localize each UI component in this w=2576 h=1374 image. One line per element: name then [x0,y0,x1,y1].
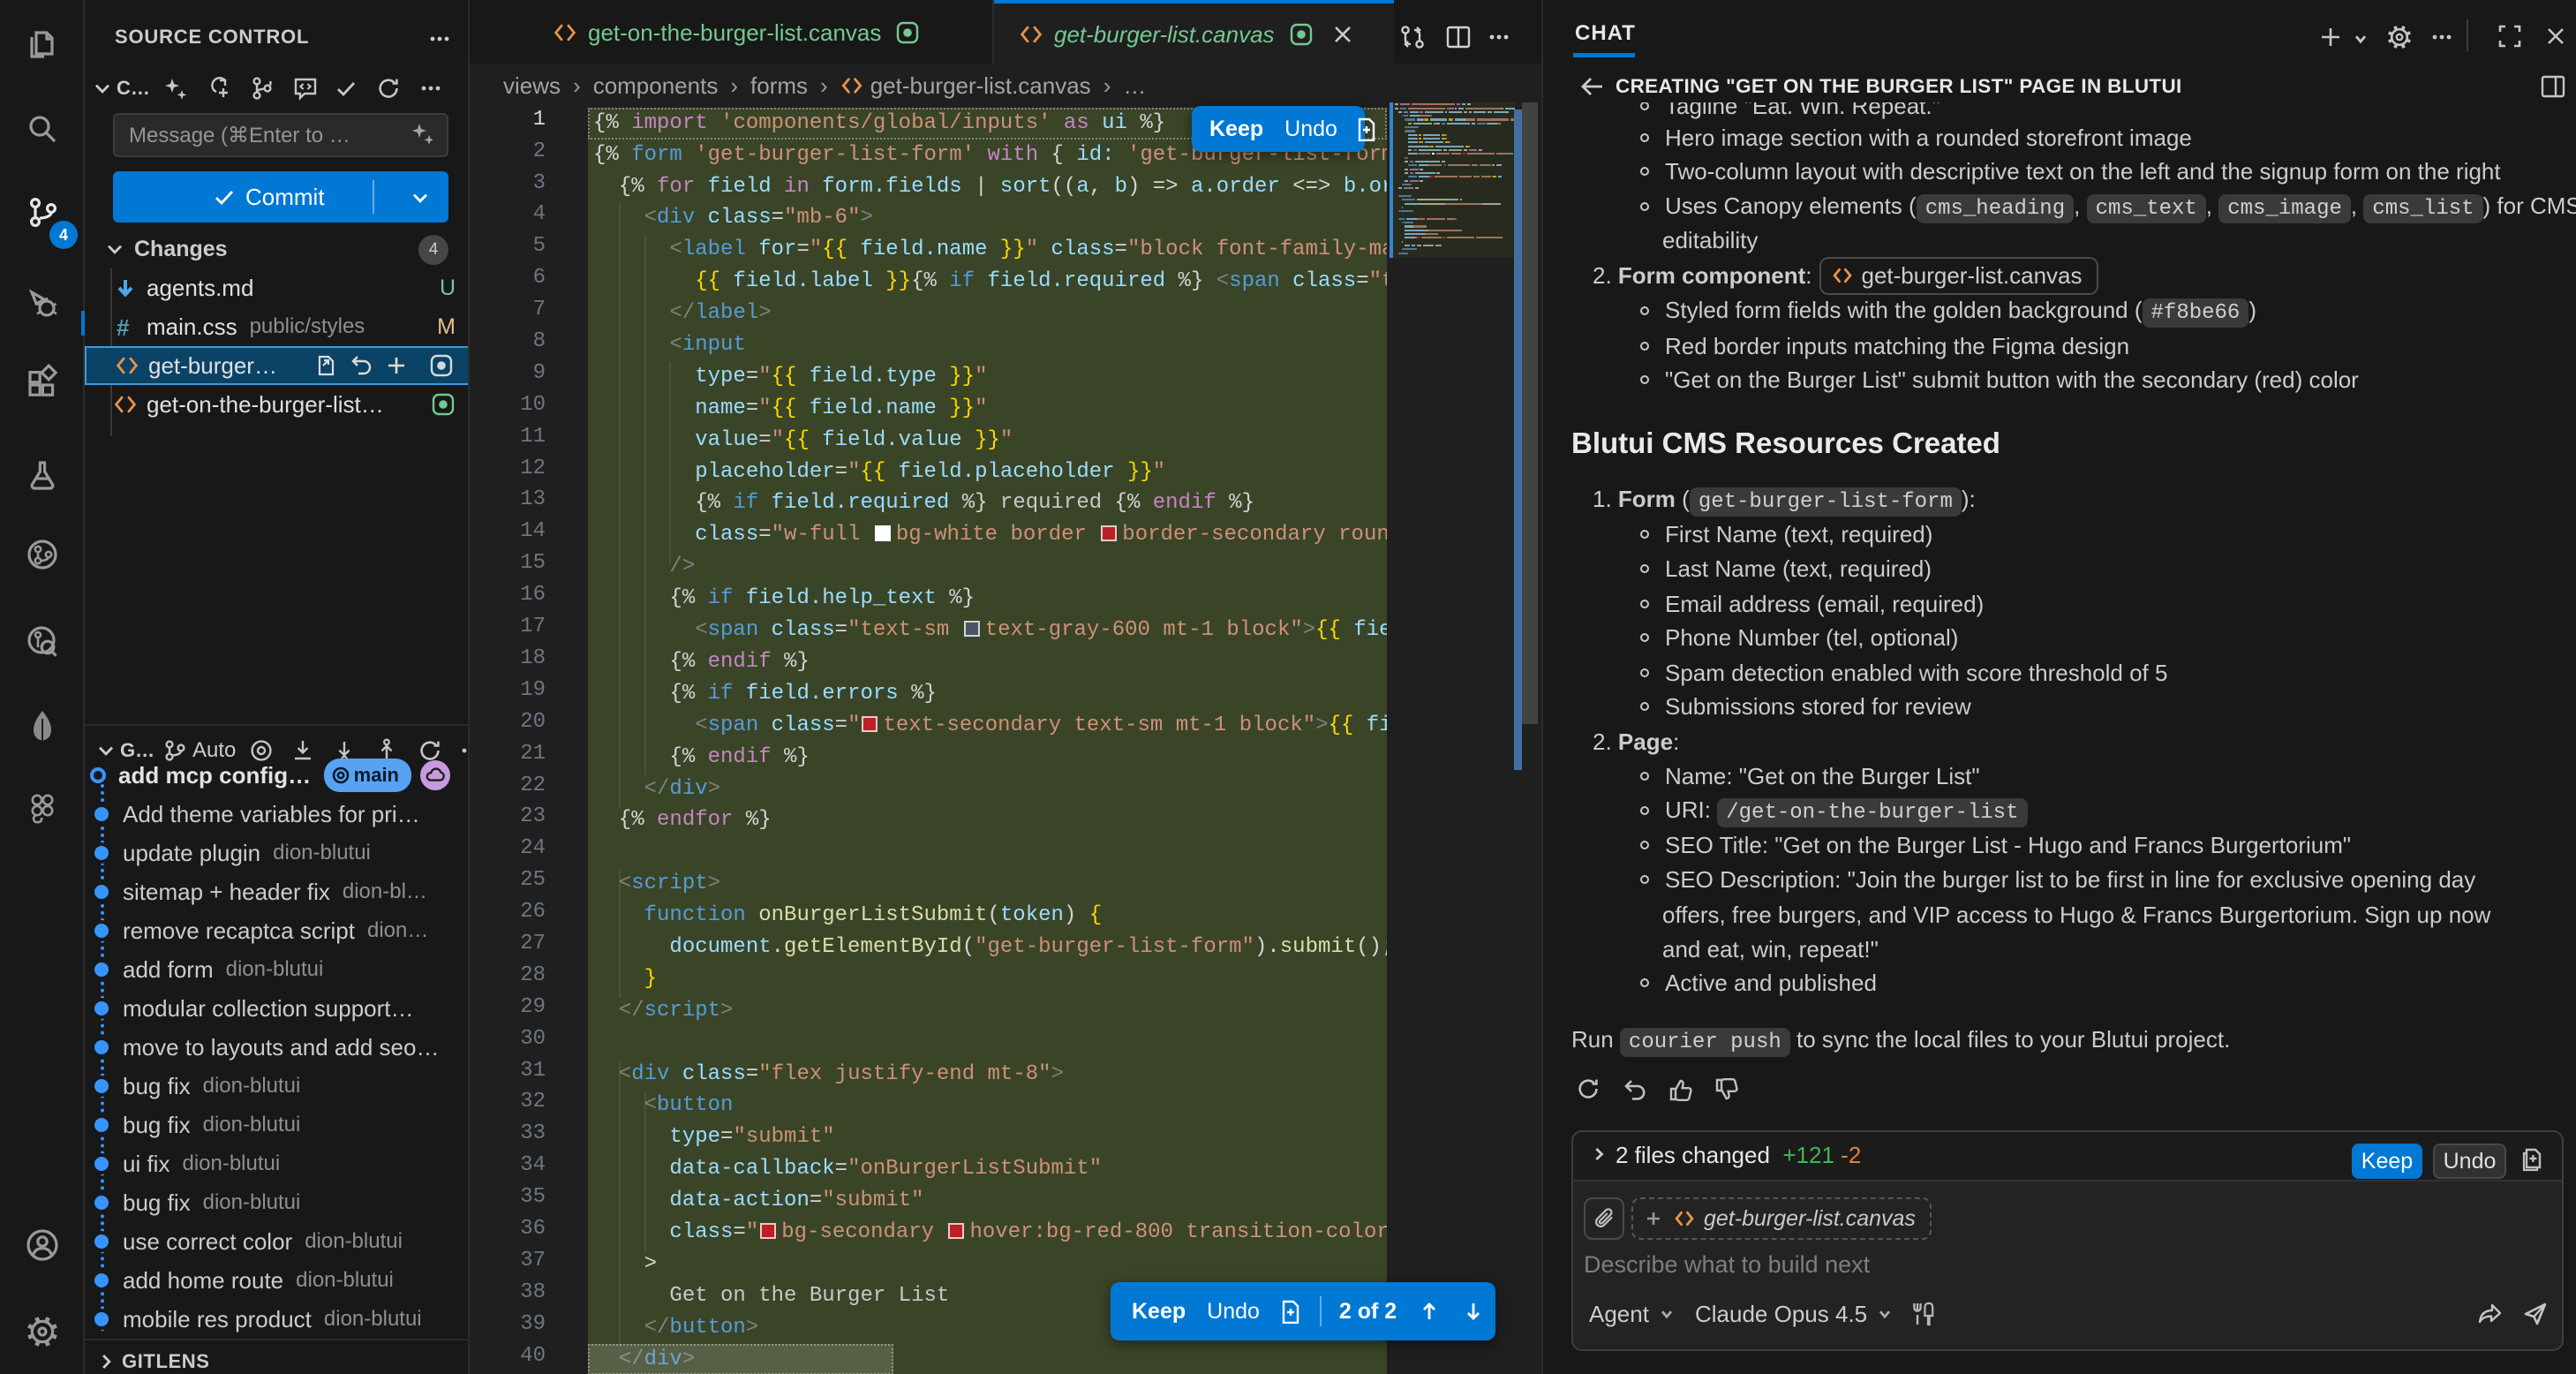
svg-text:#: # [117,314,130,339]
